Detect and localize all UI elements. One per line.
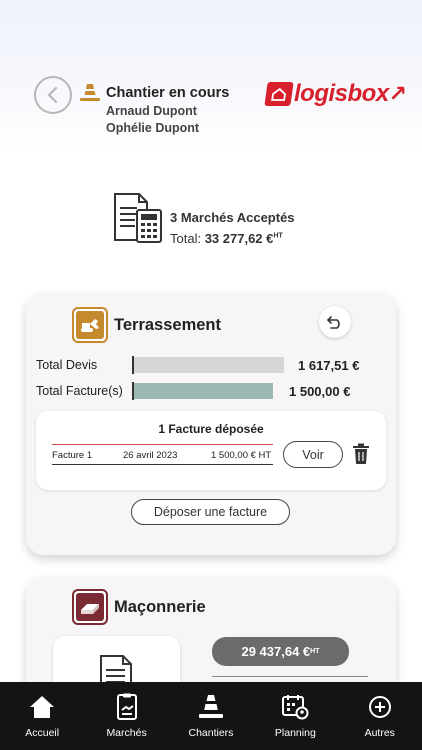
invoice-count: 1 Facture déposée (158, 422, 264, 436)
total-value: 33 277,62 € (204, 231, 274, 246)
invoice-name: Facture 1 (52, 450, 93, 461)
invoice-list: 1 Facture déposée Facture 1 26 avril 202… (36, 411, 386, 490)
plus-circle-icon (365, 692, 395, 722)
calendar-icon (280, 692, 310, 722)
invoice-amount: 1 500,00 € HT (211, 450, 272, 461)
market-amount-suffix: HT (310, 648, 320, 655)
accepted-count: 3 Marchés Acceptés (170, 210, 295, 225)
nav-item-autres[interactable]: Autres (338, 682, 422, 739)
total-devis-bar (134, 357, 284, 373)
total-devis-label: Total Devis (36, 358, 98, 372)
bottom-navigation: Accueil Marchés Chantiers Planning Autre… (0, 682, 422, 750)
nav-item-chantiers[interactable]: Chantiers (169, 682, 253, 739)
logo-text: logisbox (294, 80, 389, 107)
undo-icon (327, 316, 340, 329)
nav-label: Accueil (25, 727, 60, 739)
market-card: Terrassement Total Devis 1 617,51 € Tota… (26, 293, 396, 555)
owner-name: Ophélie Dupont (106, 121, 200, 135)
cone-icon (196, 692, 226, 722)
nav-label: Chantiers (188, 727, 234, 739)
card-title: Terrassement (114, 316, 222, 334)
excavator-icon (72, 307, 108, 343)
divider (52, 464, 273, 465)
undo-button[interactable] (319, 306, 351, 338)
page-title: Chantier en cours (106, 85, 230, 101)
market-amount-badge: 29 437,64 € HT (212, 637, 349, 666)
total-label: Total: (170, 231, 202, 246)
logo-swoosh-icon: ↗ (388, 81, 408, 106)
invoice-date: 26 avril 2023 (123, 450, 178, 461)
invoice-calculator-icon (114, 193, 162, 243)
bricks-icon (72, 589, 108, 625)
summary-total: Total: 33 277,62 €HT (170, 231, 283, 246)
contract-icon (112, 692, 142, 722)
logisbox-logo: logisbox ↗ (264, 80, 408, 108)
total-devis-value: 1 617,51 € (298, 358, 360, 373)
cone-icon (80, 84, 100, 101)
total-factures-bar (134, 383, 273, 399)
home-icon (27, 692, 57, 722)
total-factures-label: Total Facture(s) (36, 384, 123, 398)
divider (52, 444, 273, 445)
total-factures-value: 1 500,00 € (289, 384, 351, 399)
nav-label: Autres (364, 727, 395, 739)
back-button[interactable] (34, 76, 72, 114)
nav-label: Marchés (106, 727, 147, 739)
nav-item-marches[interactable]: Marchés (85, 682, 169, 739)
trash-icon[interactable] (352, 443, 370, 465)
divider (212, 676, 368, 677)
view-invoice-button[interactable]: Voir (283, 441, 343, 468)
nav-item-accueil[interactable]: Accueil (0, 682, 84, 739)
deposit-invoice-button[interactable]: Déposer une facture (131, 499, 290, 525)
nav-label: Planning (274, 727, 316, 739)
total-suffix: HT (273, 232, 283, 240)
market-amount: 29 437,64 € (241, 644, 311, 659)
owner-name: Arnaud Dupont (106, 104, 197, 118)
chevron-left-icon (47, 86, 58, 104)
card-title: Maçonnerie (114, 598, 206, 616)
logo-mark-icon (264, 82, 294, 106)
nav-item-planning[interactable]: Planning (253, 682, 337, 739)
